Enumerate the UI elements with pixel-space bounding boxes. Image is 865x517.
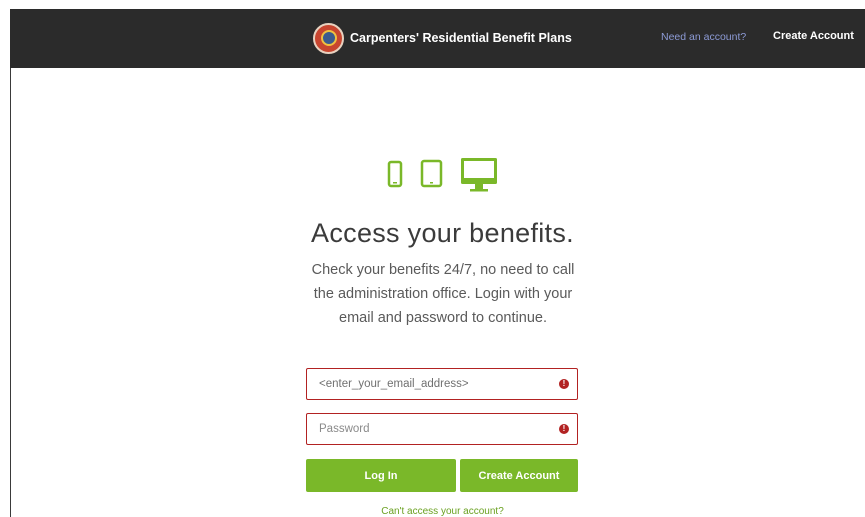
top-navigation-bar: Carpenters' Residential Benefit Plans Ne… [10,9,865,68]
create-account-button[interactable]: Create Account [460,459,578,492]
phone-icon [387,160,403,188]
carpenters-logo-icon [313,22,344,54]
email-input[interactable] [319,369,549,399]
device-icons [387,158,497,192]
left-border [10,68,11,517]
page-description: Check your benefits 24/7, no need to cal… [311,262,575,326]
need-account-link[interactable]: Need an account? [661,31,746,43]
cant-access-link[interactable]: Can't access your account? [0,506,865,517]
password-input[interactable] [319,414,549,444]
email-field[interactable]: ! [306,368,578,400]
brand[interactable]: Carpenters' Residential Benefit Plans [313,21,572,55]
create-account-link[interactable]: Create Account [773,30,854,42]
desktop-icon [461,158,497,192]
password-field[interactable]: ! [306,413,578,445]
login-button[interactable]: Log In [306,459,456,492]
error-icon: ! [559,379,569,389]
tablet-icon [420,159,443,188]
error-icon: ! [559,424,569,434]
logo-emblem [320,30,337,46]
page-headline: Access your benefits. [311,218,574,248]
brand-name: Carpenters' Residential Benefit Plans [350,31,572,45]
